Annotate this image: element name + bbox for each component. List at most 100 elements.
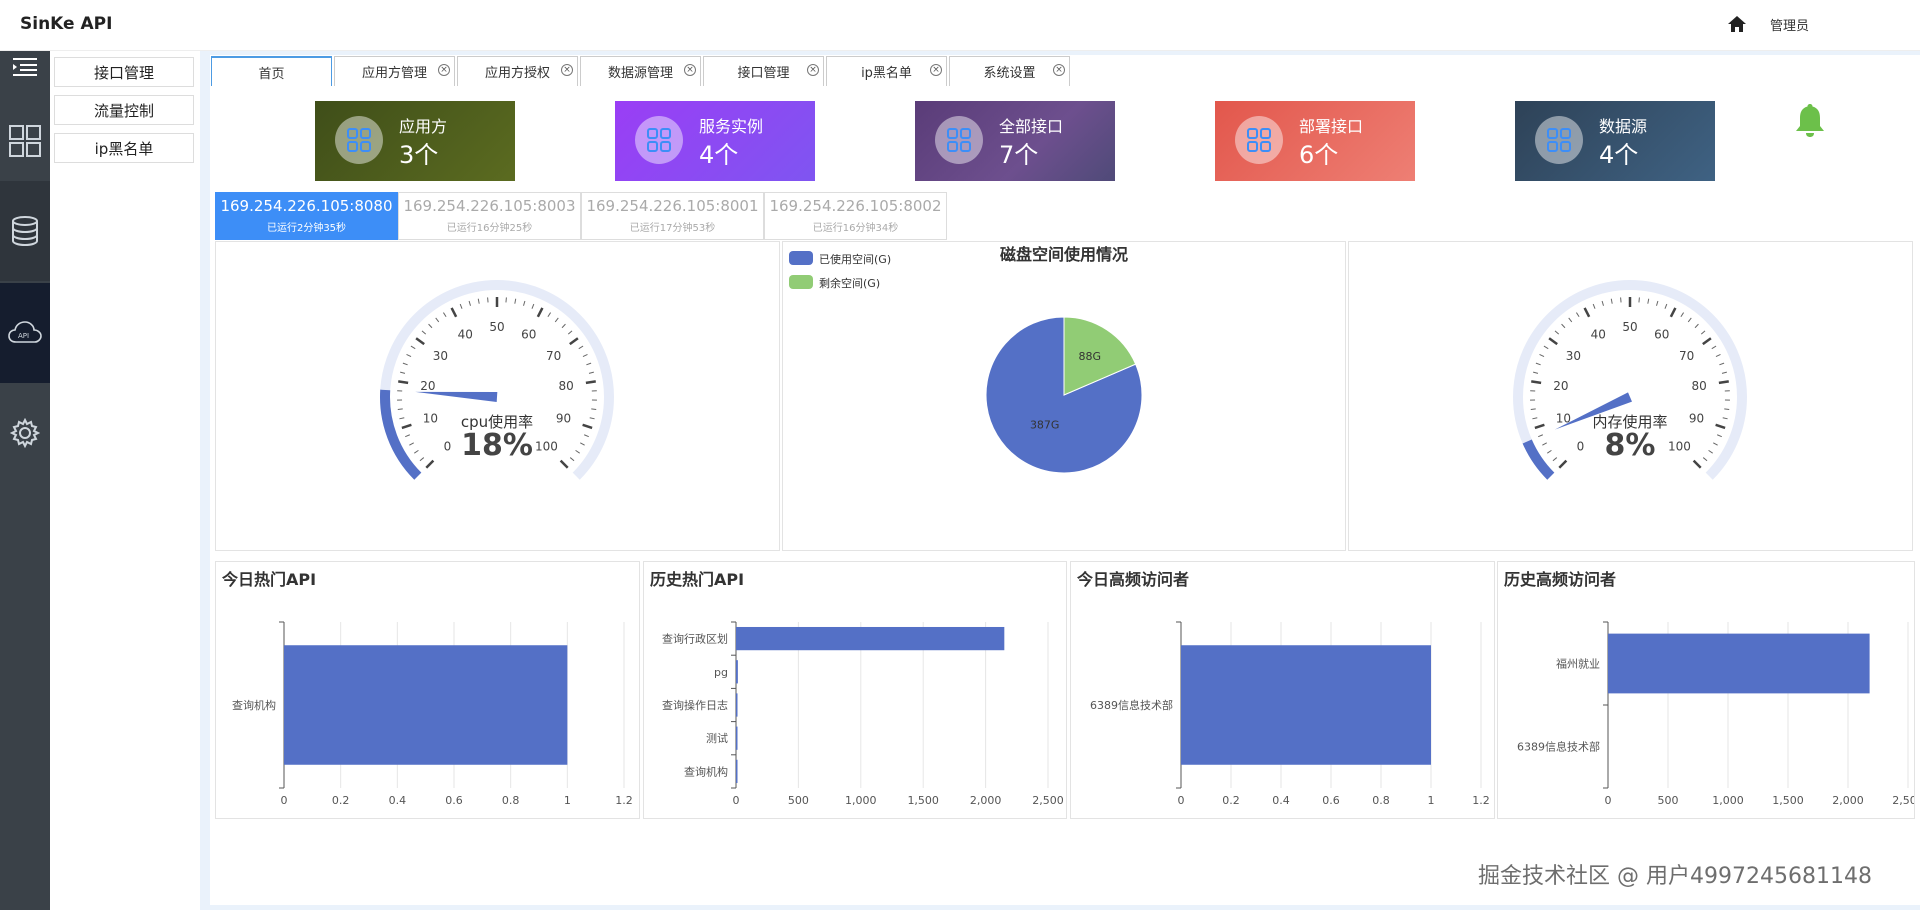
server-tab[interactable]: 169.254.226.105:8002 已运行16分钟34秒 [764,192,947,240]
gauge-tick [402,362,408,366]
stat-card-deployed-interfaces[interactable]: 部署接口 6个 [1215,101,1415,181]
gauge-tick [582,353,588,358]
icon-sidebar: API [0,51,50,910]
x-tick-label: 0.4 [389,794,407,807]
bar [1181,645,1431,765]
tab-app-management[interactable]: 应用方管理 × [334,56,455,86]
gauge-tick [1554,330,1560,335]
gauge-tick [415,337,425,346]
api-cloud-icon[interactable]: API [0,283,50,383]
close-icon[interactable]: × [1053,64,1065,76]
gauge-tick [561,323,566,329]
tab-system-settings[interactable]: 系统设置 × [949,56,1070,86]
gauge-tick [435,317,440,323]
x-tick-label: 0 [733,794,740,807]
gauge-tick-label: 40 [1591,328,1606,342]
server-ip: 169.254.226.105:8080 [220,197,393,215]
gauge-tick [1533,371,1539,374]
stat-card-service-instances[interactable]: 服务实例 4个 [615,101,815,181]
x-tick-label: 2,500 [1032,794,1064,807]
card-label: 服务实例 [699,117,764,136]
dashboard-grid-icon[interactable] [0,101,50,181]
database-icon[interactable] [0,181,50,281]
app-title: SinKe API [20,14,113,34]
gauge-tick [1548,337,1558,346]
submenu-item-ip-blacklist[interactable]: ip黑名单 [54,133,194,163]
gauge-tick [1530,408,1536,411]
tab-app-authorization[interactable]: 应用方授权 × [457,56,578,86]
gear-icon[interactable] [0,383,50,483]
gauge-tick-label: 40 [458,328,473,342]
submenu-item-traffic[interactable]: 流量控制 [54,95,194,125]
close-icon[interactable]: × [930,64,942,76]
server-tab[interactable]: 169.254.226.105:8003 已运行16分钟25秒 [398,192,581,240]
x-tick-label: 1,000 [1712,794,1744,807]
gauge-tick [586,362,592,366]
x-tick-label: 0.6 [1322,794,1340,807]
close-icon[interactable]: × [807,64,819,76]
legend-swatch [789,251,813,265]
history-visitors-panel: 历史高频访问者 05001,0001,5002,0002,500福州就业6389… [1497,561,1915,819]
y-category-label: 6389信息技术部 [1090,698,1173,712]
gauge-tick [401,423,412,430]
today-hot-api-panel: 今日热门API 0 0.2 0.4 0.6 0.8 1 1.2 查询机构 [215,561,640,819]
gauge-tick [559,459,569,469]
gauge-tick [1535,362,1541,366]
y-category-label: 查询机构 [684,764,728,778]
gauge-tick [536,307,544,318]
menu-toggle-icon[interactable] [0,51,50,83]
gauge-tick-label: 20 [1553,379,1568,393]
x-tick-label: 0 [1178,794,1185,807]
gauge-tick [588,371,594,374]
close-icon[interactable]: × [438,64,450,76]
tab-home[interactable]: 首页 [211,56,332,86]
x-tick-label: 0 [1605,794,1612,807]
cpu-gauge-panel: 0 10 20 30 40 50 60 70 80 90 100 cpu使用率 18% [215,241,780,551]
gauge-tick [514,298,517,304]
cpu-gauge: 0102030405060708090100cpu使用率18% [380,280,614,480]
server-tab[interactable]: 169.254.226.105:8001 已运行17分钟53秒 [581,192,764,240]
gauge-tick [1711,345,1717,350]
close-icon[interactable]: × [561,64,573,76]
submenu-item-interface[interactable]: 接口管理 [54,57,194,87]
tab-interface-management[interactable]: 接口管理 × [703,56,824,86]
pie-title: 磁盘空间使用情况 [1000,245,1128,264]
history-hot-api-chart: 0 500 1,000 1,500 2,000 2,500 查询行政区划 pg 查询操作日志测试… [662,621,1064,807]
gauge-tick [1718,380,1729,385]
bell-icon[interactable] [1794,102,1826,138]
tab-datasource-management[interactable]: 数据源管理 × [580,56,701,86]
server-uptime: 已运行2分钟35秒 [266,223,347,234]
tab-ip-blacklist[interactable]: ip黑名单 × [826,56,947,86]
card-count: 7个 [999,141,1039,169]
gauge-tick [589,417,595,420]
stat-card-apps[interactable]: 应用方 3个 [315,101,515,181]
gauge-tick [1713,442,1718,446]
gauge-tick [1700,330,1706,335]
home-icon[interactable] [1727,14,1747,34]
gauge-tick-label: 100 [535,439,558,453]
gauge-value: 18% [461,428,533,463]
y-category-label: 6389信息技术部 [1517,740,1600,754]
gauge-tick [1543,345,1549,350]
user-name[interactable]: 管理员 [1770,15,1809,34]
gauge-tick-label: 50 [489,320,504,334]
gauge-tick [428,323,433,329]
gauge-tick-label: 60 [521,328,536,342]
stat-card-all-interfaces[interactable]: 全部接口 7个 [915,101,1115,181]
gauge-tick [1558,459,1568,469]
card-count: 3个 [399,141,439,169]
x-tick-label: 0.2 [1222,794,1240,807]
pie-data-label: 88G [1078,350,1101,363]
gauge-tick [398,380,409,385]
gauge-tick [575,449,580,454]
gauge-tick-label: 60 [1654,328,1669,342]
close-icon[interactable]: × [684,64,696,76]
gauge-tick [1532,417,1538,420]
card-label: 全部接口 [999,117,1064,136]
server-tab[interactable]: 169.254.226.105:8080 已运行2分钟35秒 [215,192,398,240]
gauge-tick [554,317,559,323]
gauge-tick-label: 0 [444,439,452,453]
card-count: 6个 [1299,141,1339,169]
memory-gauge: 0102030405060708090100内存使用率8% [1513,280,1747,480]
stat-card-datasources[interactable]: 数据源 4个 [1515,101,1715,181]
